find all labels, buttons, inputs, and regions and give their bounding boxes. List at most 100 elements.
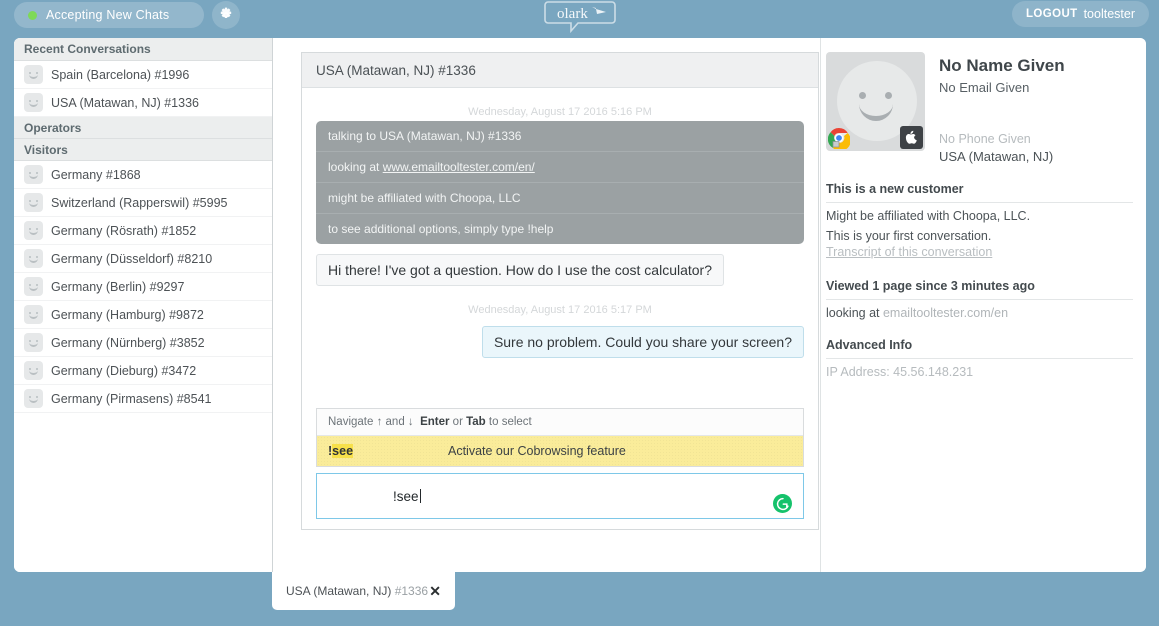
autocomplete-option-see[interactable]: !see Activate our Cobrowsing feature <box>317 436 803 466</box>
visitor-phone: No Phone Given <box>939 132 1031 146</box>
message-input-value: !see <box>393 488 421 504</box>
message-input[interactable]: !see <box>316 473 804 519</box>
looking-at-label: looking at <box>826 306 883 320</box>
hint-select: to select <box>488 416 532 428</box>
sidebar-item-label: Germany #1868 <box>51 167 141 182</box>
chat-tab-number: #1336 <box>394 584 429 598</box>
transcript-link[interactable]: Transcript of this conversation <box>826 245 992 259</box>
sidebar-item-visitor[interactable]: Germany #1868 <box>14 161 272 189</box>
visitor-avatar-icon <box>24 65 43 84</box>
looking-at-url: emailtooltester.com/en <box>882 306 1009 320</box>
operator-message-bubble: Sure no problem. Could you share your sc… <box>481 326 804 358</box>
chat-tab[interactable]: USA (Matawan, NJ) #1336 ✕ <box>272 572 455 610</box>
section-line: This is your first conversation. <box>826 229 992 243</box>
username-label: tooltester <box>1083 7 1135 21</box>
logout-label: LOGOUT <box>1025 8 1078 20</box>
sidebar-item-label: Germany (Pirmasens) #8541 <box>51 391 212 406</box>
chat-card: USA (Matawan, NJ) #1336 Wednesday, Augus… <box>301 52 819 530</box>
sidebar-item-label: Germany (Hamburg) #9872 <box>51 307 204 322</box>
visitor-message-bubble: Hi there! I've got a question. How do I … <box>316 254 724 286</box>
visitor-page-link[interactable]: www.emailtooltester.com/en/ <box>383 160 535 174</box>
section-new-customer: This is a new customer Might be affiliat… <box>826 164 1133 261</box>
system-message-row: might be affiliated with Choopa, LLC <box>316 183 804 214</box>
visitor-avatar <box>826 52 925 151</box>
section-pages-viewed: Viewed 1 page since 3 minutes ago lookin… <box>826 261 1133 320</box>
message-timestamp: Wednesday, August 17 2016 5:17 PM <box>468 304 652 316</box>
gear-icon <box>220 7 232 18</box>
apple-icon <box>900 126 923 149</box>
sidebar-item-conversation[interactable]: Spain (Barcelona) #1996 <box>14 61 272 89</box>
visitor-message-row: Hi there! I've got a question. How do I … <box>302 254 818 286</box>
accepting-chats-toggle[interactable]: Accepting New Chats <box>14 2 204 28</box>
sidebar-section-header-visitors: Visitors <box>14 139 272 161</box>
visitor-avatar-icon <box>24 277 43 296</box>
chrome-icon <box>827 127 851 151</box>
visitor-avatar-icon <box>24 305 43 324</box>
section-title: This is a new customer <box>826 182 1133 203</box>
sidebar-item-visitor[interactable]: Germany (Düsseldorf) #8210 <box>14 245 272 273</box>
input-typed-text: !see <box>393 488 419 504</box>
visitor-avatar-icon <box>24 93 43 112</box>
settings-button[interactable] <box>212 1 240 29</box>
sidebar-item-label: Germany (Dieburg) #3472 <box>51 363 197 378</box>
sidebar-item-visitor[interactable]: Germany (Rösrath) #1852 <box>14 217 272 245</box>
visitor-name: No Name Given <box>939 56 1065 75</box>
hint-tab-key: Tab <box>466 416 486 428</box>
svg-text:olark: olark <box>557 6 588 22</box>
section-title: Advanced Info <box>826 338 1133 359</box>
visitor-avatar-icon <box>24 249 43 268</box>
sidebar: Recent Conversations Spain (Barcelona) #… <box>14 38 273 572</box>
grammarly-glyph-icon <box>776 497 789 510</box>
visitor-email: No Email Given <box>939 80 1030 95</box>
top-bar: Accepting New Chats olark LOGOUT tooltes… <box>0 0 1159 38</box>
visitor-location: USA (Matawan, NJ) <box>939 149 1054 164</box>
app-shell: Recent Conversations Spain (Barcelona) #… <box>14 38 1146 572</box>
sidebar-item-visitor[interactable]: Germany (Berlin) #9297 <box>14 273 272 301</box>
sidebar-item-visitor[interactable]: Switzerland (Rapperswil) #5995 <box>14 189 272 217</box>
grammarly-icon[interactable] <box>773 494 792 513</box>
hint-enter-key: Enter <box>420 416 450 428</box>
olark-logo: olark <box>543 0 616 34</box>
sidebar-item-visitor[interactable]: Germany (Dieburg) #3472 <box>14 357 272 385</box>
visitor-avatar-icon <box>24 165 43 184</box>
ip-address: IP Address: 45.56.148.231 <box>826 365 974 379</box>
system-message-row: looking at www.emailtooltester.com/en/ <box>316 152 804 183</box>
hint-or: or <box>452 416 463 428</box>
composer: Navigate ↑ and ↓ Enter or Tab to select … <box>316 408 804 519</box>
sidebar-item-label: USA (Matawan, NJ) #1336 <box>51 95 199 110</box>
sidebar-item-label: Switzerland (Rapperswil) #5995 <box>51 195 228 210</box>
status-label: Accepting New Chats <box>46 8 170 22</box>
autocomplete-option-description: Activate our Cobrowsing feature <box>448 444 626 458</box>
chat-tab-label: USA (Matawan, NJ) #1336 <box>286 584 428 598</box>
system-message-block: talking to USA (Matawan, NJ) #1336 looki… <box>316 121 804 244</box>
sidebar-item-label: Germany (Nürnberg) #3852 <box>51 335 205 350</box>
visitor-avatar-icon <box>24 193 43 212</box>
visitor-avatar-icon <box>24 333 43 352</box>
text-caret <box>419 488 421 503</box>
chat-tab-name: USA (Matawan, NJ) <box>286 584 395 598</box>
apple-glyph-icon <box>905 130 917 144</box>
olark-logo-icon: olark <box>543 1 616 34</box>
chat-area: USA (Matawan, NJ) #1336 Wednesday, Augus… <box>273 38 820 572</box>
chat-title: USA (Matawan, NJ) #1336 <box>302 53 818 88</box>
message-timestamp: Wednesday, August 17 2016 5:16 PM <box>468 106 652 118</box>
sidebar-item-conversation[interactable]: USA (Matawan, NJ) #1336 <box>14 89 272 117</box>
section-line: Might be affiliated with Choopa, LLC. <box>826 209 1031 223</box>
logout-button[interactable]: LOGOUT tooltester <box>1011 1 1149 27</box>
sidebar-item-visitor[interactable]: Germany (Hamburg) #9872 <box>14 301 272 329</box>
section-line: looking at emailtooltester.com/en <box>826 306 1133 320</box>
sidebar-item-label: Germany (Düsseldorf) #8210 <box>51 251 213 266</box>
system-message-row: to see additional options, simply type !… <box>328 222 554 236</box>
chat-transcript: Wednesday, August 17 2016 5:16 PM talkin… <box>302 88 818 529</box>
operator-message-row: Sure no problem. Could you share your sc… <box>302 326 818 358</box>
sidebar-item-label: Germany (Rösrath) #1852 <box>51 223 197 238</box>
section-advanced-info: Advanced Info IP Address: 45.56.148.231 <box>826 320 1133 379</box>
sidebar-item-label: Spain (Barcelona) #1996 <box>51 67 190 82</box>
close-icon[interactable]: ✕ <box>429 583 441 600</box>
sidebar-item-visitor[interactable]: Germany (Pirmasens) #8541 <box>14 385 272 413</box>
visitor-avatar-icon <box>24 389 43 408</box>
command-highlight: see <box>332 444 354 458</box>
visitor-avatar-icon <box>24 221 43 240</box>
sidebar-item-visitor[interactable]: Germany (Nürnberg) #3852 <box>14 329 272 357</box>
sidebar-section-header-operators: Operators <box>14 117 272 139</box>
